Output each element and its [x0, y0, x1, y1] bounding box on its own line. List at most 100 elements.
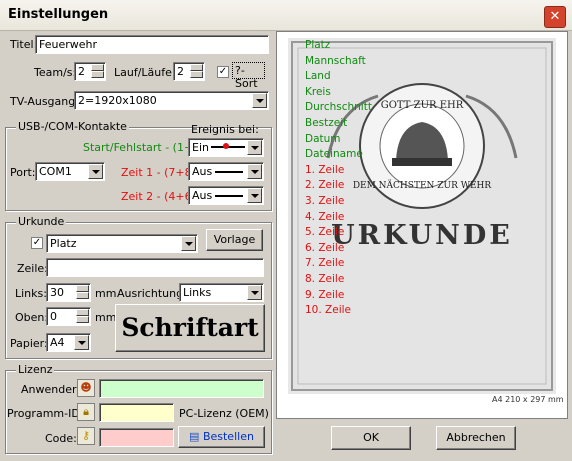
- key-icon: ⚷: [77, 427, 95, 445]
- port-select[interactable]: COM1: [35, 162, 105, 181]
- chevron-down-icon[interactable]: [247, 140, 262, 155]
- zeile-label: Zeile:: [17, 262, 48, 275]
- urkunde-field-value: Platz: [50, 237, 77, 250]
- chevron-down-icon[interactable]: [247, 285, 262, 300]
- preview-line: 2. Zeile: [305, 179, 345, 192]
- oben-spin-buttons[interactable]: [76, 309, 89, 324]
- chevron-down-icon[interactable]: [252, 93, 267, 108]
- preview-line: Mannschaft: [305, 54, 366, 67]
- preview-line: 1. Zeile: [305, 163, 345, 176]
- teams-value: 2: [78, 65, 85, 78]
- usb-group-label: USB-/COM-Kontakte: [16, 120, 129, 133]
- person-icon: ☻: [77, 379, 95, 397]
- urkunde-group-label: Urkunde: [16, 215, 67, 228]
- order-icon: ▤: [189, 430, 200, 443]
- links-unit: mm: [95, 287, 117, 300]
- ok-button[interactable]: OK: [331, 426, 411, 450]
- papier-value: A4: [50, 336, 65, 349]
- teams-spin-buttons[interactable]: [91, 64, 104, 79]
- preview-line: Land: [305, 70, 331, 83]
- tv-select[interactable]: 2=1920x1080: [74, 91, 269, 110]
- laeufe-spin-buttons[interactable]: [190, 64, 203, 79]
- links-spinner[interactable]: 30: [46, 283, 91, 302]
- contact-dot-icon: [223, 143, 229, 149]
- preview-line: Datum: [305, 132, 341, 145]
- bestellen-label: Bestellen: [202, 430, 254, 443]
- links-spin-buttons[interactable]: [76, 285, 89, 300]
- ausrichtung-select[interactable]: Links: [179, 283, 264, 302]
- preview-line: Kreis: [305, 85, 331, 98]
- anwender-label: Anwender:: [21, 383, 81, 396]
- oben-spinner[interactable]: 0: [46, 307, 91, 326]
- lizenz-group-label: Lizenz: [16, 363, 55, 376]
- programm-input[interactable]: [99, 403, 174, 422]
- preview-line: Bestzeit: [305, 117, 348, 129]
- certificate-motto-top: GOTT ZUR EHR: [381, 100, 464, 111]
- ausrichtung-label: Ausrichtung:: [117, 287, 187, 300]
- papier-select[interactable]: A4: [46, 333, 91, 352]
- contact-off-icon: [215, 171, 243, 173]
- oben-label: Oben:: [15, 311, 49, 324]
- preview-line: 6. Zeile: [305, 241, 345, 254]
- code-input[interactable]: [99, 428, 174, 447]
- titel-input[interactable]: Feuerwehr: [35, 35, 269, 54]
- start-select[interactable]: Ein: [188, 138, 264, 157]
- ereignis-label: Ereignis bei:: [191, 123, 259, 136]
- zeit2-select[interactable]: Aus: [188, 186, 264, 205]
- zeile-input[interactable]: [46, 258, 264, 277]
- sort-label[interactable]: ?-Sort: [232, 62, 265, 90]
- chevron-down-icon[interactable]: [74, 335, 89, 350]
- oben-unit: mm: [95, 311, 117, 324]
- window-title: Einstellungen: [8, 7, 109, 22]
- urkunde-checkbox[interactable]: ✓: [31, 237, 43, 249]
- anwender-input[interactable]: [99, 379, 264, 398]
- vorlage-button[interactable]: Vorlage: [206, 229, 263, 251]
- tv-label: TV-Ausgang:: [10, 95, 79, 108]
- preview-line: Dateiname: [305, 148, 363, 161]
- certificate-title: URKUNDE: [331, 220, 513, 251]
- laeufe-spinner[interactable]: 2: [173, 62, 205, 81]
- chevron-down-icon[interactable]: [88, 164, 103, 179]
- port-value: COM1: [39, 165, 72, 178]
- close-icon[interactable]: ✕: [544, 6, 566, 28]
- preview-line: 9. Zeile: [305, 288, 345, 301]
- ausrichtung-value: Links: [183, 286, 212, 299]
- zeit1-select[interactable]: Aus: [188, 162, 264, 181]
- schriftart-button[interactable]: Schriftart: [115, 304, 265, 352]
- links-label: Links:: [15, 287, 47, 300]
- zeit2-value: Aus: [192, 189, 213, 202]
- contact-off-icon: [215, 195, 243, 197]
- chevron-down-icon[interactable]: [181, 236, 196, 251]
- preview-line: 8. Zeile: [305, 273, 345, 285]
- title-bar: Einstellungen ✕: [0, 0, 572, 31]
- certificate-motto-bottom: DEM NÄCHSTEN ZUR WEHR: [353, 179, 492, 191]
- lock-icon: 🔒︎: [77, 403, 95, 421]
- laeufe-value: 2: [177, 65, 184, 78]
- titel-label: Titel:: [10, 38, 38, 51]
- bestellen-button[interactable]: ▤ Bestellen: [178, 426, 265, 448]
- programm-label: Programm-ID:: [7, 407, 84, 420]
- preview-line: 10. Zeile: [305, 304, 351, 317]
- chevron-down-icon[interactable]: [247, 188, 262, 203]
- oben-value: 0: [50, 310, 57, 323]
- teams-spinner[interactable]: 2: [74, 62, 106, 81]
- teams-label: Team/s:: [34, 66, 77, 79]
- preview-line: 4. Zeile: [305, 210, 345, 223]
- preview-line: 3. Zeile: [305, 195, 345, 207]
- zeit1-value: Aus: [192, 165, 213, 178]
- chevron-down-icon[interactable]: [247, 164, 262, 179]
- paper-info: A4 210 x 297 mm: [492, 395, 564, 404]
- urkunde-field-select[interactable]: Platz: [46, 234, 198, 253]
- preview-line: 5. Zeile: [305, 226, 345, 239]
- cancel-button[interactable]: Abbrechen: [436, 426, 516, 450]
- links-value: 30: [50, 286, 64, 299]
- pc-lizenz-text: PC-Lizenz (OEM): [179, 407, 269, 420]
- code-label: Code:: [45, 432, 77, 445]
- tv-value: 2=1920x1080: [78, 94, 157, 107]
- sort-checkbox[interactable]: ✓: [217, 66, 229, 78]
- laeufe-label: Lauf/Läufe:: [114, 66, 176, 79]
- port-label: Port:: [10, 166, 36, 179]
- papier-label: Papier:: [10, 337, 48, 350]
- preview-line: Platz: [305, 39, 331, 51]
- preview-line: Durchschnitt: [305, 101, 372, 114]
